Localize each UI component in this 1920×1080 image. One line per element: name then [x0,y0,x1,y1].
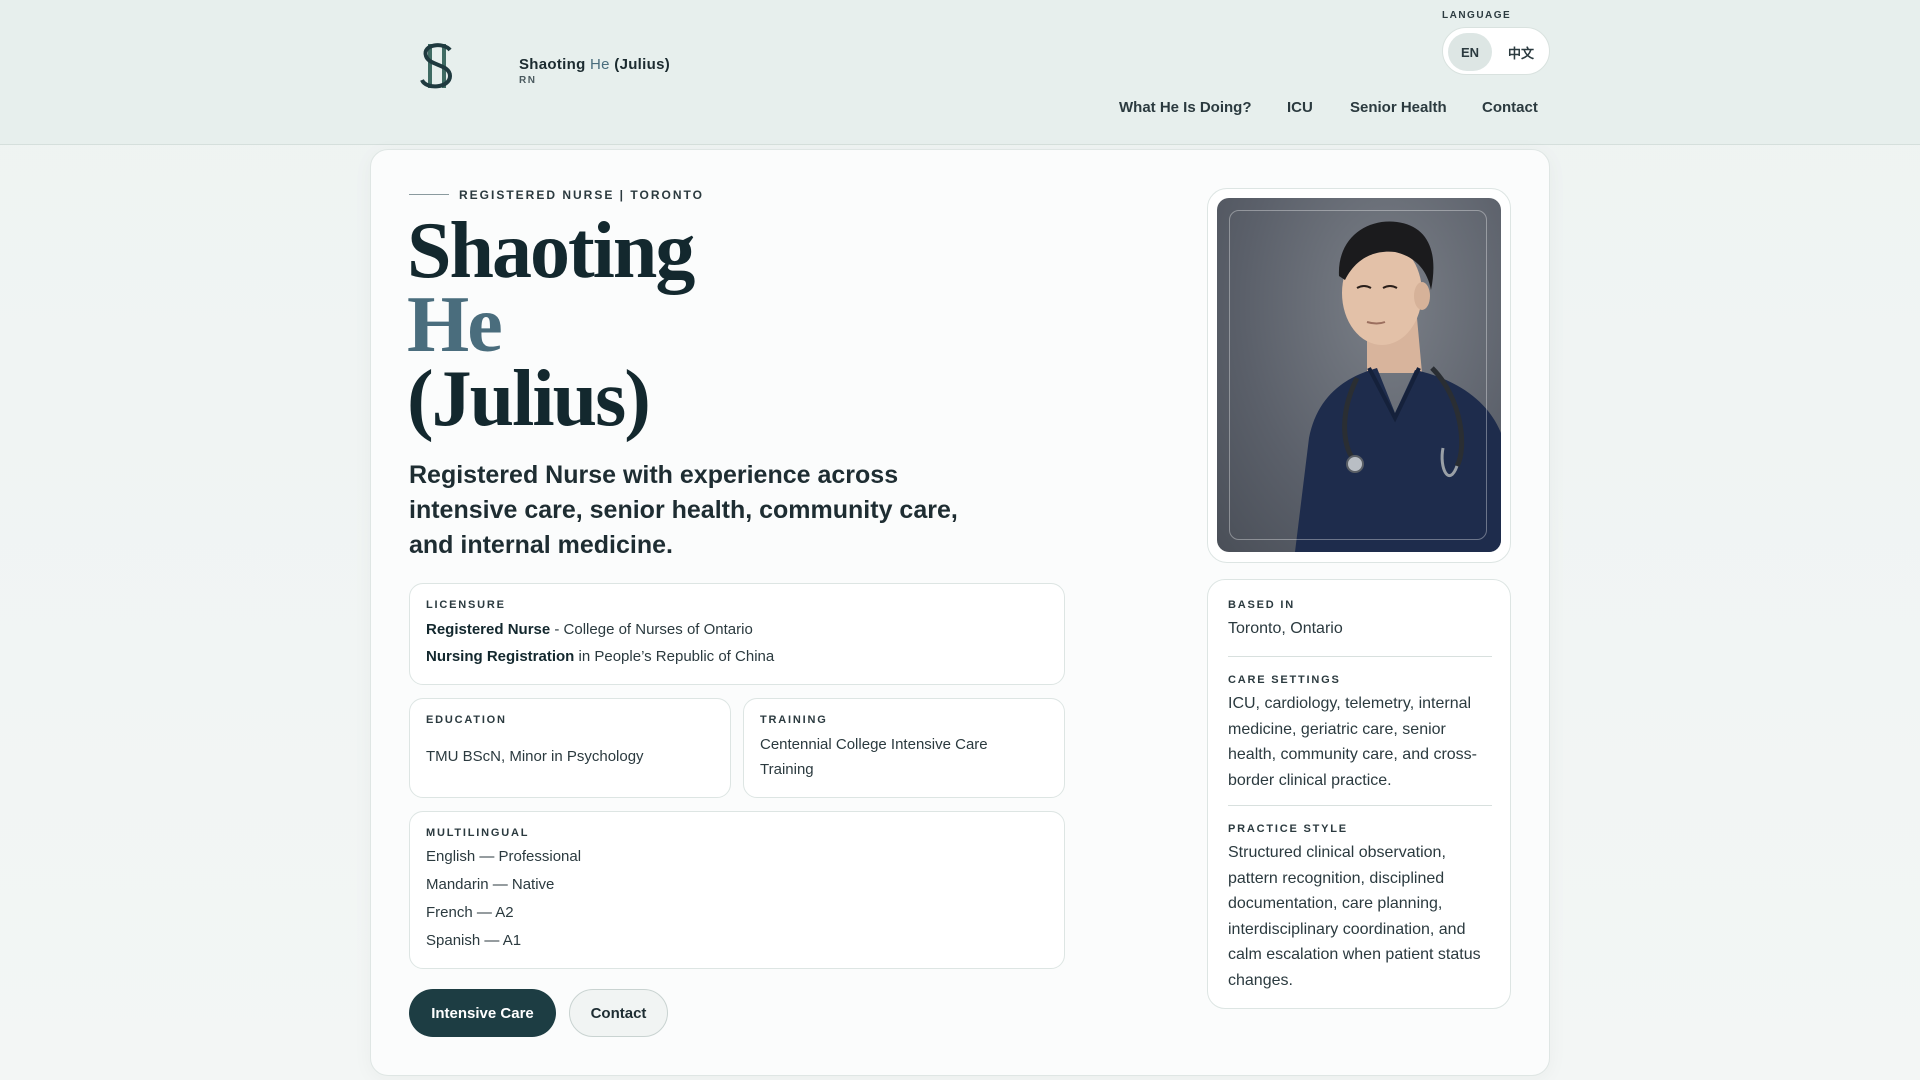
hero-name-line-1: Shaoting [407,207,695,295]
eyebrow-divider [409,194,449,195]
practice-style-label: PRACTICE STYLE [1228,823,1348,835]
intensive-care-button[interactable]: Intensive Care [409,989,556,1037]
top-header: Shaoting He (Julius) RN LANGUAGE EN 中文 W… [0,0,1920,145]
brand-name-accent: He [590,56,610,73]
hero-eyebrow: REGISTERED NURSE | TORONTO [459,188,704,202]
multilingual-label: MULTILINGUAL [426,827,530,839]
hero-name: Shaoting He (Julius) [407,207,695,443]
based-in-label: BASED IN [1228,599,1295,611]
hero-name-line-3: (Julius) [407,355,651,443]
multilingual-box: MULTILINGUAL English — Professional Mand… [409,811,1065,969]
language-item: Mandarin — Native [426,876,555,893]
care-settings-text: ICU, cardiology, telemetry, internal med… [1228,695,1477,789]
language-item: French — A2 [426,904,514,921]
profile-details-card: BASED IN Toronto, Ontario CARE SETTINGS … [1207,579,1511,1009]
nav-contact[interactable]: Contact [1482,99,1538,116]
language-switch: EN 中文 [1442,27,1550,75]
training-text: Centennial College Intensive Care Traini… [760,736,988,778]
portrait-photo [1217,198,1501,552]
nav-senior-health[interactable]: Senior Health [1350,99,1447,116]
portrait-frame [1207,188,1511,563]
licensure-item: Nursing Registration in People’s Republi… [426,644,774,669]
language-item: English — Professional [426,848,582,865]
education-box: EDUCATION TMU BScN, Minor in Psychology [409,698,731,798]
licensure-label: LICENSURE [426,599,506,611]
language-en-button[interactable]: EN [1448,33,1492,71]
licensure-box: LICENSURE Registered Nurse - College of … [409,583,1065,685]
brand-name-first: Shaoting [519,56,586,73]
education-text: TMU BScN, Minor in Psychology [426,748,644,765]
section-divider [1228,656,1492,657]
hero-name-line-2: He [407,281,503,369]
education-label: EDUCATION [426,714,507,726]
brand-name-last: (Julius) [614,56,671,73]
based-in-text: Toronto, Ontario [1228,620,1343,637]
licensure-item-title: Nursing Registration [426,648,575,665]
section-divider [1228,805,1492,806]
portrait-inner-border [1229,210,1487,540]
training-box: TRAINING Centennial College Intensive Ca… [743,698,1065,798]
practice-style-text: Structured clinical observation, pattern… [1228,844,1481,989]
hero-tagline: Registered Nurse with experience across … [409,461,958,559]
contact-button[interactable]: Contact [569,989,668,1037]
language-item: Spanish — A1 [426,932,522,949]
brand-credential: RN [519,75,537,86]
nav-icu[interactable]: ICU [1287,99,1313,116]
nav-what-he-is-doing[interactable]: What He Is Doing? [1119,99,1252,116]
language-label: LANGUAGE [1442,10,1512,21]
licensure-item-title: Registered Nurse [426,621,551,638]
licensure-item-detail: in People’s Republic of China [574,648,775,665]
licensure-item: Registered Nurse - College of Nurses of … [426,617,753,642]
language-zh-button[interactable]: 中文 [1498,33,1544,71]
brand-name[interactable]: Shaoting He (Julius) [519,56,670,73]
licensure-item-detail: - College of Nurses of Ontario [550,621,753,638]
care-settings-label: CARE SETTINGS [1228,674,1341,686]
training-label: TRAINING [760,714,828,726]
monogram-logo-icon[interactable] [414,40,462,92]
